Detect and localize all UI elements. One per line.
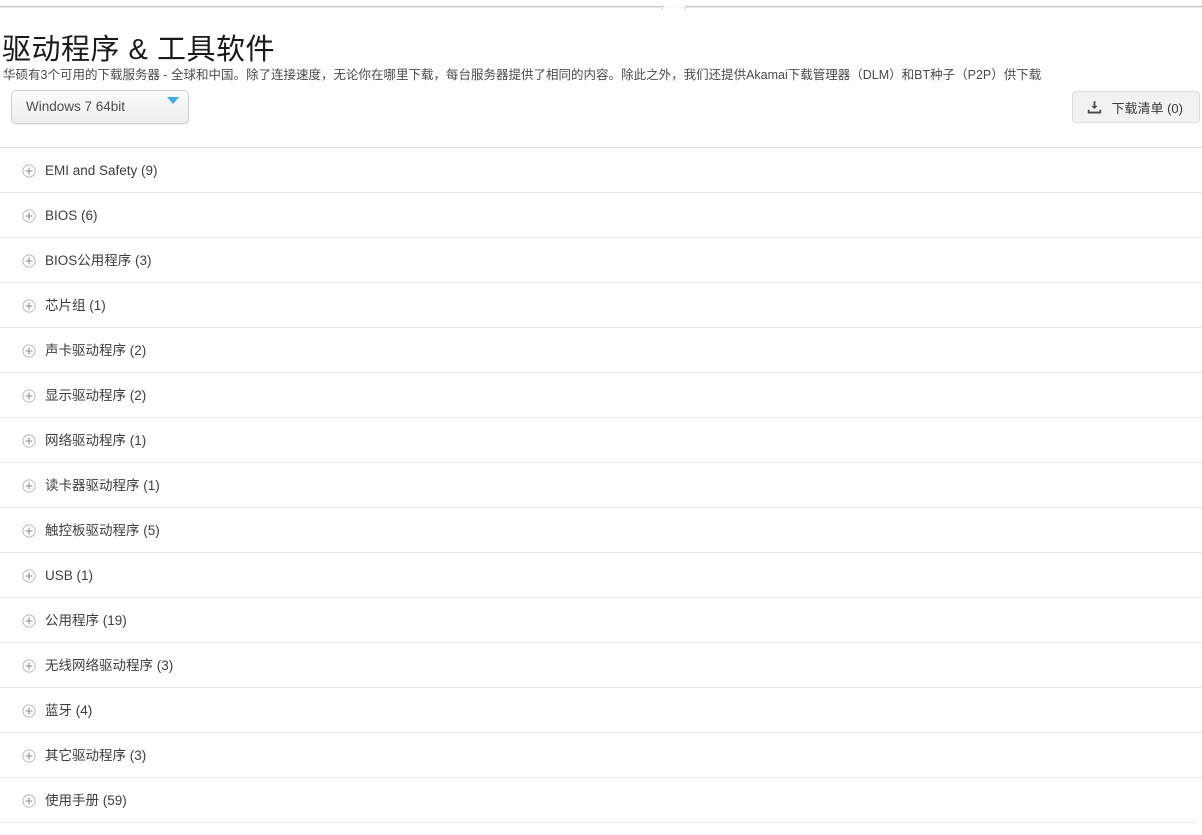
plus-circle-icon[interactable] xyxy=(22,793,36,808)
page-description: 华硕有3个可用的下载服务器 - 全球和中国。除了连接速度，无论你在哪里下载，每台… xyxy=(3,67,1042,82)
accordion-row-inner: 声卡驱动程序 (2) xyxy=(22,328,146,373)
accordion-row-inner: 蓝牙 (4) xyxy=(22,688,92,733)
chevron-down-icon xyxy=(167,97,179,104)
os-select-value: Windows 7 64bit xyxy=(26,99,126,114)
download-icon xyxy=(1088,100,1102,113)
accordion-row-label: 网络驱动程序 (1) xyxy=(45,432,147,448)
accordion-row-label: 公用程序 (19) xyxy=(45,612,127,628)
driver-category-accordion: EMI and Safety (9) BIOS (6) BIOS公用程序 (3)… xyxy=(0,147,1202,823)
accordion-row-inner: 芯片组 (1) xyxy=(22,283,106,328)
accordion-row-inner: 触控板驱动程序 (5) xyxy=(22,508,160,553)
accordion-row-inner: 其它驱动程序 (3) xyxy=(22,733,146,778)
top-divider-shadow xyxy=(0,7,1202,8)
download-list-label: 下载清单 (0) xyxy=(1111,100,1183,116)
plus-circle-icon[interactable] xyxy=(22,748,36,763)
accordion-row-inner: 读卡器驱动程序 (1) xyxy=(22,463,160,508)
accordion-row-9[interactable]: 触控板驱动程序 (5) xyxy=(0,507,1202,552)
plus-circle-icon[interactable] xyxy=(22,208,36,223)
plus-circle-icon[interactable] xyxy=(22,163,36,178)
top-divider-left xyxy=(0,6,666,7)
plus-circle-icon[interactable] xyxy=(22,433,36,448)
accordion-row-13[interactable]: 蓝牙 (4) xyxy=(0,687,1202,732)
accordion-row-15[interactable]: 使用手册 (59) xyxy=(0,777,1202,822)
accordion-row-label: 声卡驱动程序 (2) xyxy=(45,342,147,358)
accordion-row-5[interactable]: 声卡驱动程序 (2) xyxy=(0,327,1202,372)
driver-downloads-page: 驱动程序 & 工具软件 华硕有3个可用的下载服务器 - 全球和中国。除了连接速度… xyxy=(0,0,1202,835)
top-divider-right xyxy=(681,6,1202,7)
plus-circle-icon[interactable] xyxy=(22,478,36,493)
accordion-row-10[interactable]: USB (1) xyxy=(0,552,1202,597)
accordion-row-label: BIOS (6) xyxy=(45,207,98,223)
accordion-row-inner: BIOS (6) xyxy=(22,193,98,238)
accordion-row-inner: 网络驱动程序 (1) xyxy=(22,418,146,463)
download-list-button[interactable]: 下载清单 (0) xyxy=(1072,91,1200,123)
plus-circle-icon[interactable] xyxy=(22,613,36,628)
accordion-row-label: 其它驱动程序 (3) xyxy=(45,747,147,763)
plus-circle-icon[interactable] xyxy=(22,523,36,538)
accordion-row-label: EMI and Safety (9) xyxy=(45,162,158,178)
plus-circle-icon[interactable] xyxy=(22,298,36,313)
accordion-row-inner: EMI and Safety (9) xyxy=(22,148,158,193)
tab-notch xyxy=(660,5,688,11)
accordion-row-inner: 显示驱动程序 (2) xyxy=(22,373,146,418)
accordion-row-8[interactable]: 读卡器驱动程序 (1) xyxy=(0,462,1202,507)
accordion-row-inner: 使用手册 (59) xyxy=(22,778,127,823)
accordion-row-12[interactable]: 无线网络驱动程序 (3) xyxy=(0,642,1202,687)
accordion-row-label: 蓝牙 (4) xyxy=(45,702,93,718)
plus-circle-icon[interactable] xyxy=(22,568,36,583)
accordion-row-label: USB (1) xyxy=(45,567,94,583)
os-select[interactable]: Windows 7 64bit xyxy=(11,90,189,124)
accordion-bottom-divider xyxy=(0,822,1196,823)
accordion-row-6[interactable]: 显示驱动程序 (2) xyxy=(0,372,1202,417)
accordion-row-label: 使用手册 (59) xyxy=(45,792,127,808)
accordion-row-3[interactable]: BIOS公用程序 (3) xyxy=(0,237,1202,282)
accordion-row-14[interactable]: 其它驱动程序 (3) xyxy=(0,732,1202,777)
accordion-row-label: 触控板驱动程序 (5) xyxy=(45,522,160,538)
accordion-row-inner: 公用程序 (19) xyxy=(22,598,127,643)
controls-bar: Windows 7 64bit 下载清单 (0) xyxy=(0,88,1202,130)
accordion-row-7[interactable]: 网络驱动程序 (1) xyxy=(0,417,1202,462)
accordion-row-label: BIOS公用程序 (3) xyxy=(45,252,152,268)
accordion-row-inner: USB (1) xyxy=(22,553,93,598)
plus-circle-icon[interactable] xyxy=(22,388,36,403)
plus-circle-icon[interactable] xyxy=(22,253,36,268)
accordion-row-1[interactable]: EMI and Safety (9) xyxy=(0,147,1202,192)
accordion-row-4[interactable]: 芯片组 (1) xyxy=(0,282,1202,327)
top-divider xyxy=(0,5,1202,11)
accordion-row-label: 显示驱动程序 (2) xyxy=(45,387,147,403)
accordion-row-2[interactable]: BIOS (6) xyxy=(0,192,1202,237)
accordion-row-label: 无线网络驱动程序 (3) xyxy=(45,657,174,673)
accordion-row-11[interactable]: 公用程序 (19) xyxy=(0,597,1202,642)
accordion-row-inner: 无线网络驱动程序 (3) xyxy=(22,643,173,688)
accordion-row-label: 读卡器驱动程序 (1) xyxy=(45,477,160,493)
plus-circle-icon[interactable] xyxy=(22,658,36,673)
plus-circle-icon[interactable] xyxy=(22,343,36,358)
accordion-row-label: 芯片组 (1) xyxy=(45,297,106,313)
plus-circle-icon[interactable] xyxy=(22,703,36,718)
accordion-row-inner: BIOS公用程序 (3) xyxy=(22,238,152,283)
